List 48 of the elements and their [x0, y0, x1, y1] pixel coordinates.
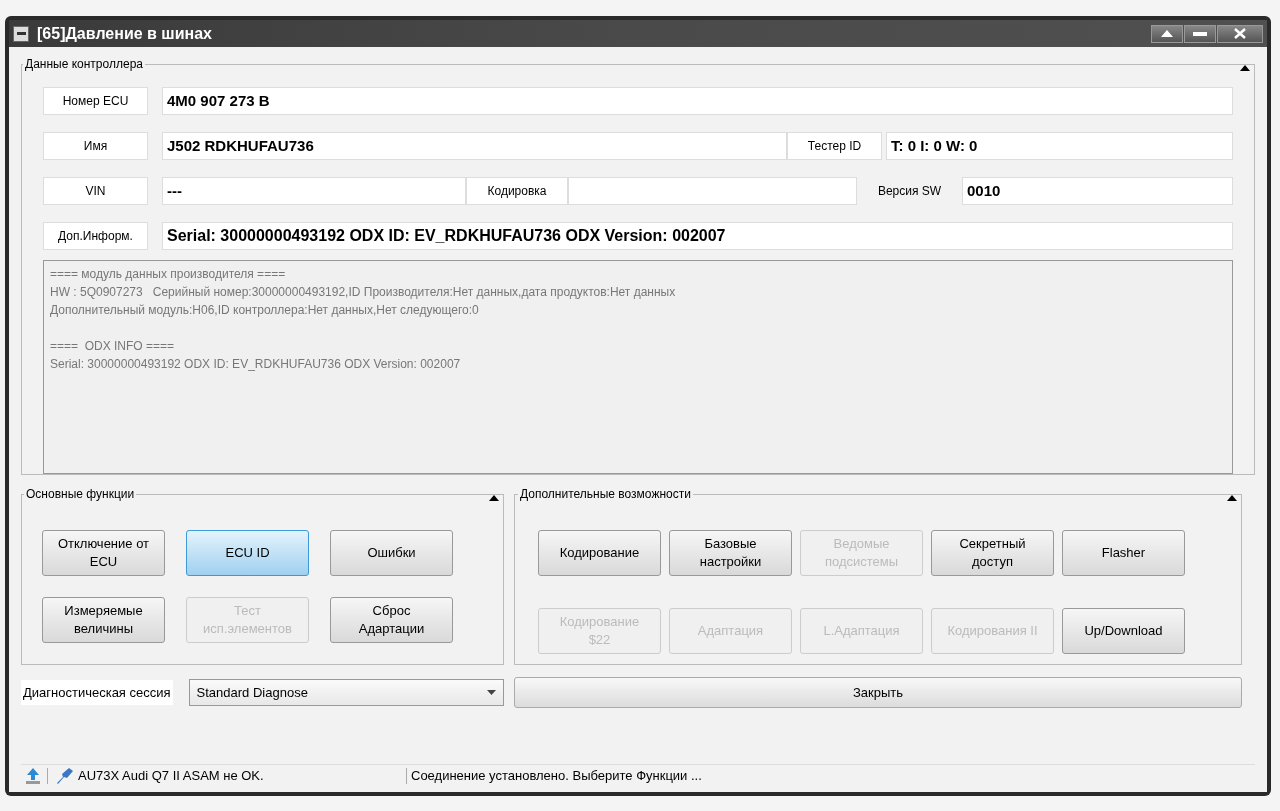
- details-line: Serial: 30000000493192 ODX ID: EV_RDKHUFAU736 ODX Version: 002007: [50, 356, 462, 373]
- group-title: Основные функции: [25, 486, 136, 503]
- function-button[interactable]: Up/Download: [1062, 608, 1185, 654]
- collapse-icon[interactable]: [1227, 495, 1237, 501]
- details-line: ==== ODX INFO ====: [50, 338, 176, 355]
- details-line: Дополнительный модуль:H06,ID контроллера:Нет данных,Нет следующего:0: [50, 302, 480, 319]
- minimize-button[interactable]: [1184, 24, 1216, 43]
- collapse-icon[interactable]: [1240, 65, 1250, 71]
- value-field: 4M0 907 273 B: [162, 87, 1233, 115]
- value-field: Serial: 30000000493192 ODX ID: EV_RDKHUFAU736 ODX Version: 002007: [162, 222, 1233, 250]
- function-button[interactable]: Отключение от ECU: [42, 530, 165, 576]
- function-button[interactable]: Кодирование: [538, 530, 661, 576]
- function-button[interactable]: ECU ID: [186, 530, 309, 576]
- group-title: Дополнительные возможности: [519, 486, 692, 503]
- group-title: Данные контроллера: [24, 56, 144, 73]
- close-dialog-button[interactable]: Закрыть: [514, 677, 1242, 708]
- interface-status: AU73X Audi Q7 II ASAM не OK.: [78, 766, 265, 785]
- field-label: Доп.Информ.: [43, 222, 148, 250]
- field-label: VIN: [43, 177, 148, 205]
- field-label: Номер ECU: [43, 87, 148, 115]
- value-field: T: 0 I: 0 W: 0: [886, 132, 1233, 160]
- dropdown-arrow-icon: [487, 690, 496, 695]
- maximize-icon: [1161, 30, 1173, 37]
- upload-icon[interactable]: [25, 766, 41, 785]
- value-field: ---: [162, 177, 466, 205]
- details-line: HW : 5Q0907273 Серийный номер:30000000493192,ID Производителя:Нет данных,дата продуктов:Нет данных: [50, 284, 677, 301]
- function-button[interactable]: Сброс Адартации: [330, 597, 453, 643]
- field-label: Тестер ID: [787, 132, 882, 160]
- details-line: ==== модуль данных производителя ====: [50, 266, 287, 283]
- value-field: J502 RDKHUFAU736: [162, 132, 787, 160]
- field-label: Имя: [43, 132, 148, 160]
- close-icon: [1234, 28, 1246, 39]
- value-field: 0010: [962, 177, 1233, 205]
- field-label: Версия SW: [876, 183, 943, 200]
- status-message: Соединение установлено. Выберите Функции ...: [411, 766, 702, 785]
- maximize-button[interactable]: [1151, 24, 1183, 43]
- collapse-icon[interactable]: [489, 495, 499, 501]
- session-dropdown[interactable]: Standard Diagnose: [188, 679, 504, 706]
- function-button[interactable]: Измеряемые величины: [42, 597, 165, 643]
- field-label: Кодировка: [466, 177, 568, 205]
- close-button[interactable]: [1217, 24, 1263, 43]
- session-label: Диагностическая сессия: [21, 679, 173, 706]
- function-button[interactable]: Базовые настройки: [669, 530, 792, 576]
- minimize-icon[interactable]: [13, 25, 29, 42]
- function-button[interactable]: Flasher: [1062, 530, 1185, 576]
- function-button[interactable]: Ошибки: [330, 530, 453, 576]
- window-title: [65]Давление в шинах: [37, 23, 212, 44]
- function-button[interactable]: Секретный доступ: [931, 530, 1054, 576]
